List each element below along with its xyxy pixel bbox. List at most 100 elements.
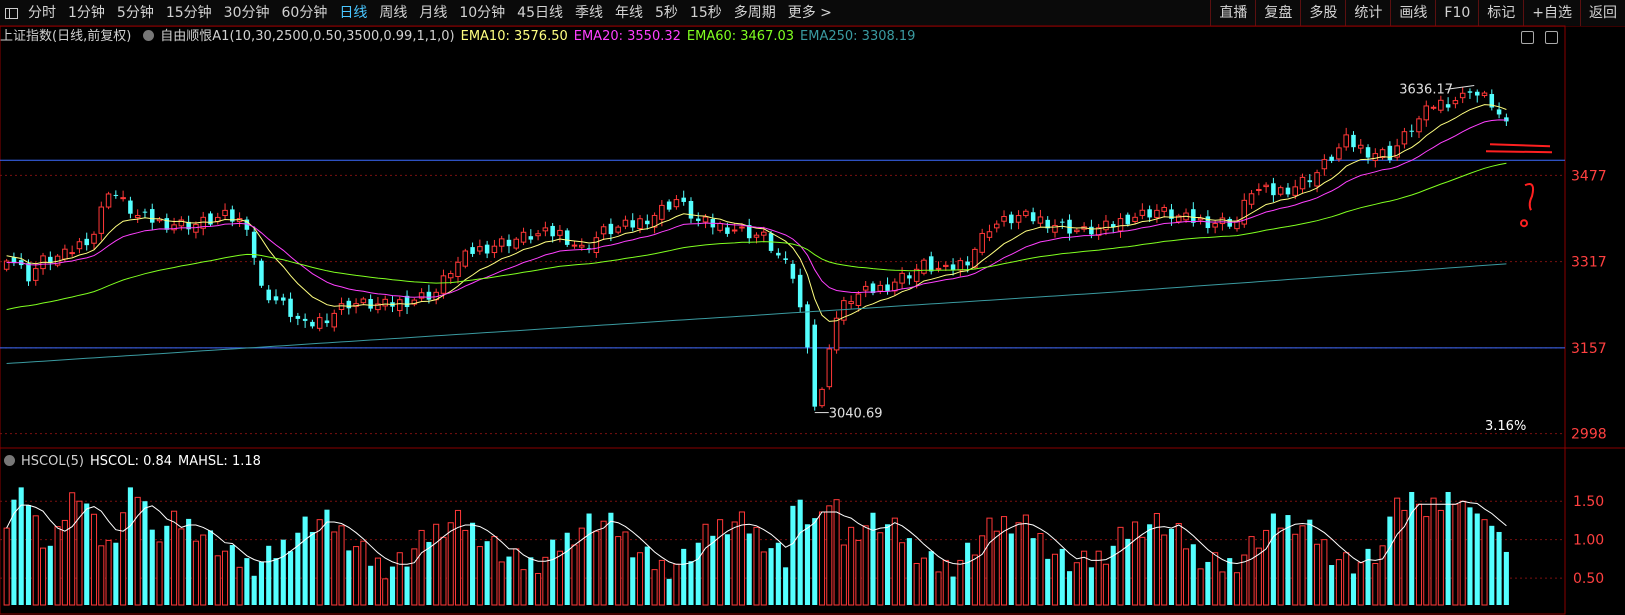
hscol-bar-up	[593, 530, 600, 606]
period-tab-7[interactable]: 周线	[373, 0, 413, 26]
period-tab-2[interactable]: 5分钟	[111, 0, 160, 26]
restore-window-icon[interactable]	[1521, 31, 1534, 44]
candle-up	[316, 317, 323, 329]
hscol-bar-down	[1350, 573, 1357, 605]
period-tab-12[interactable]: 年线	[609, 0, 649, 26]
hscol-bar-up	[1095, 550, 1102, 606]
period-tab-3[interactable]: 15分钟	[160, 0, 218, 26]
hscol-bar-up	[454, 509, 462, 606]
hscol-bar-down	[1190, 544, 1196, 605]
high-label: 3636.17	[1399, 83, 1453, 98]
function-tab-8[interactable]: 返回	[1580, 0, 1625, 26]
period-tab-15[interactable]: 多周期	[728, 0, 782, 26]
indicator-params: 自由顺恨A1(10,30,2500,0.50,3500,0.99,1,1,0)	[160, 29, 455, 44]
candle-down	[746, 225, 752, 239]
hscol-bar-down	[47, 545, 53, 605]
main-legend: 上证指数(日线,前复权) 自由顺恨A1(10,30,2500,0.50,3500,…	[0, 27, 921, 47]
hscol-bar-up	[520, 569, 527, 606]
hscol-bar-up	[1292, 533, 1299, 606]
hscol-bar-up	[1423, 516, 1430, 606]
candle-up	[1256, 188, 1262, 191]
function-tab-2[interactable]: 多股	[1300, 0, 1345, 26]
candle-up	[98, 206, 105, 234]
hscol-bar-up	[236, 566, 243, 606]
candle-up	[353, 303, 359, 307]
candle-down	[1489, 94, 1495, 108]
candle-up	[651, 214, 658, 228]
function-tab-7[interactable]: +自选	[1523, 0, 1580, 26]
candle-down	[251, 231, 257, 258]
candle-down	[885, 284, 890, 291]
period-tab-8[interactable]: 月线	[413, 0, 453, 26]
period-tab-4[interactable]: 30分钟	[218, 0, 276, 26]
function-tab-4[interactable]: 画线	[1390, 0, 1435, 26]
period-tab-10[interactable]: 45日线	[511, 0, 569, 26]
hscol-bar-up	[615, 536, 622, 606]
indicator-toggle-icon[interactable]	[143, 30, 155, 41]
hscol-bar-up	[192, 540, 199, 606]
period-tab-5[interactable]: 60分钟	[276, 0, 334, 26]
hscol-bar-down	[1365, 548, 1371, 605]
candle-down	[1125, 214, 1131, 225]
hscol-bar-up	[818, 511, 826, 606]
period-tab-1[interactable]: 1分钟	[62, 0, 111, 26]
hscol-bar-down	[273, 558, 279, 605]
hscol-bar-down	[564, 532, 570, 605]
hscol-bar-down	[1008, 533, 1014, 605]
candle-up	[1161, 206, 1167, 212]
candle-down	[1067, 219, 1072, 234]
candle-up	[1095, 227, 1102, 236]
period-tab-11[interactable]: 季线	[569, 0, 609, 26]
candle-down	[18, 260, 24, 266]
function-tab-3[interactable]: 统计	[1345, 0, 1390, 26]
hscol-bar-up	[535, 572, 542, 606]
function-tab-5[interactable]: F10	[1435, 0, 1478, 26]
candle-up	[862, 285, 869, 291]
hscol-bar-up	[1212, 552, 1219, 606]
candle-down	[128, 200, 133, 214]
period-tab-16[interactable]: 更多 >	[782, 0, 838, 26]
candle-up	[542, 227, 549, 232]
candle-down	[1271, 183, 1276, 196]
hscol-bar-up	[986, 517, 993, 606]
candle-down	[324, 320, 330, 324]
candle-up	[491, 245, 498, 254]
candle-down	[164, 218, 170, 230]
menu-icon[interactable]	[0, 0, 22, 26]
candle-up	[1481, 92, 1488, 97]
indicator-menu-icon[interactable]	[4, 455, 15, 466]
period-tab-9[interactable]: 10分钟	[453, 0, 511, 26]
candle-up	[1154, 209, 1160, 218]
hscol-bar-down	[1030, 538, 1036, 605]
high-arrow	[1445, 85, 1475, 90]
function-tab-6[interactable]: 标记	[1478, 0, 1523, 26]
hscol-bar-up	[848, 526, 855, 606]
hscol-bar-down	[608, 512, 614, 605]
hscol-bar-up	[1372, 562, 1379, 606]
candle-down	[1329, 156, 1334, 161]
candle-down	[273, 296, 279, 301]
period-tab-0[interactable]: 分时	[22, 0, 62, 26]
function-tab-0[interactable]: 直播	[1210, 0, 1255, 26]
function-tab-1[interactable]: 复盘	[1255, 0, 1300, 26]
hscol-bar-down	[1329, 565, 1335, 605]
candle-down	[1110, 224, 1116, 227]
maximize-window-icon[interactable]	[1545, 31, 1558, 44]
candle-up	[761, 231, 767, 236]
candle-up	[1052, 225, 1058, 233]
hscol-bar-up	[1015, 522, 1022, 606]
period-tab-14[interactable]: 15秒	[684, 0, 728, 26]
candle-up	[1277, 187, 1284, 195]
hscol-bar-up	[1299, 525, 1306, 606]
hscol-bar-up	[1073, 562, 1080, 606]
period-tab-13[interactable]: 5秒	[649, 0, 684, 26]
candle-down	[1227, 218, 1232, 227]
candle-up	[1074, 229, 1080, 233]
hscol-bar-down	[710, 535, 716, 605]
candle-up	[513, 238, 520, 249]
candle-up	[1037, 216, 1044, 224]
period-tab-6[interactable]: 日线	[333, 0, 373, 26]
candle-up	[440, 275, 447, 294]
candle-up	[753, 234, 760, 238]
candle-up	[579, 244, 585, 248]
